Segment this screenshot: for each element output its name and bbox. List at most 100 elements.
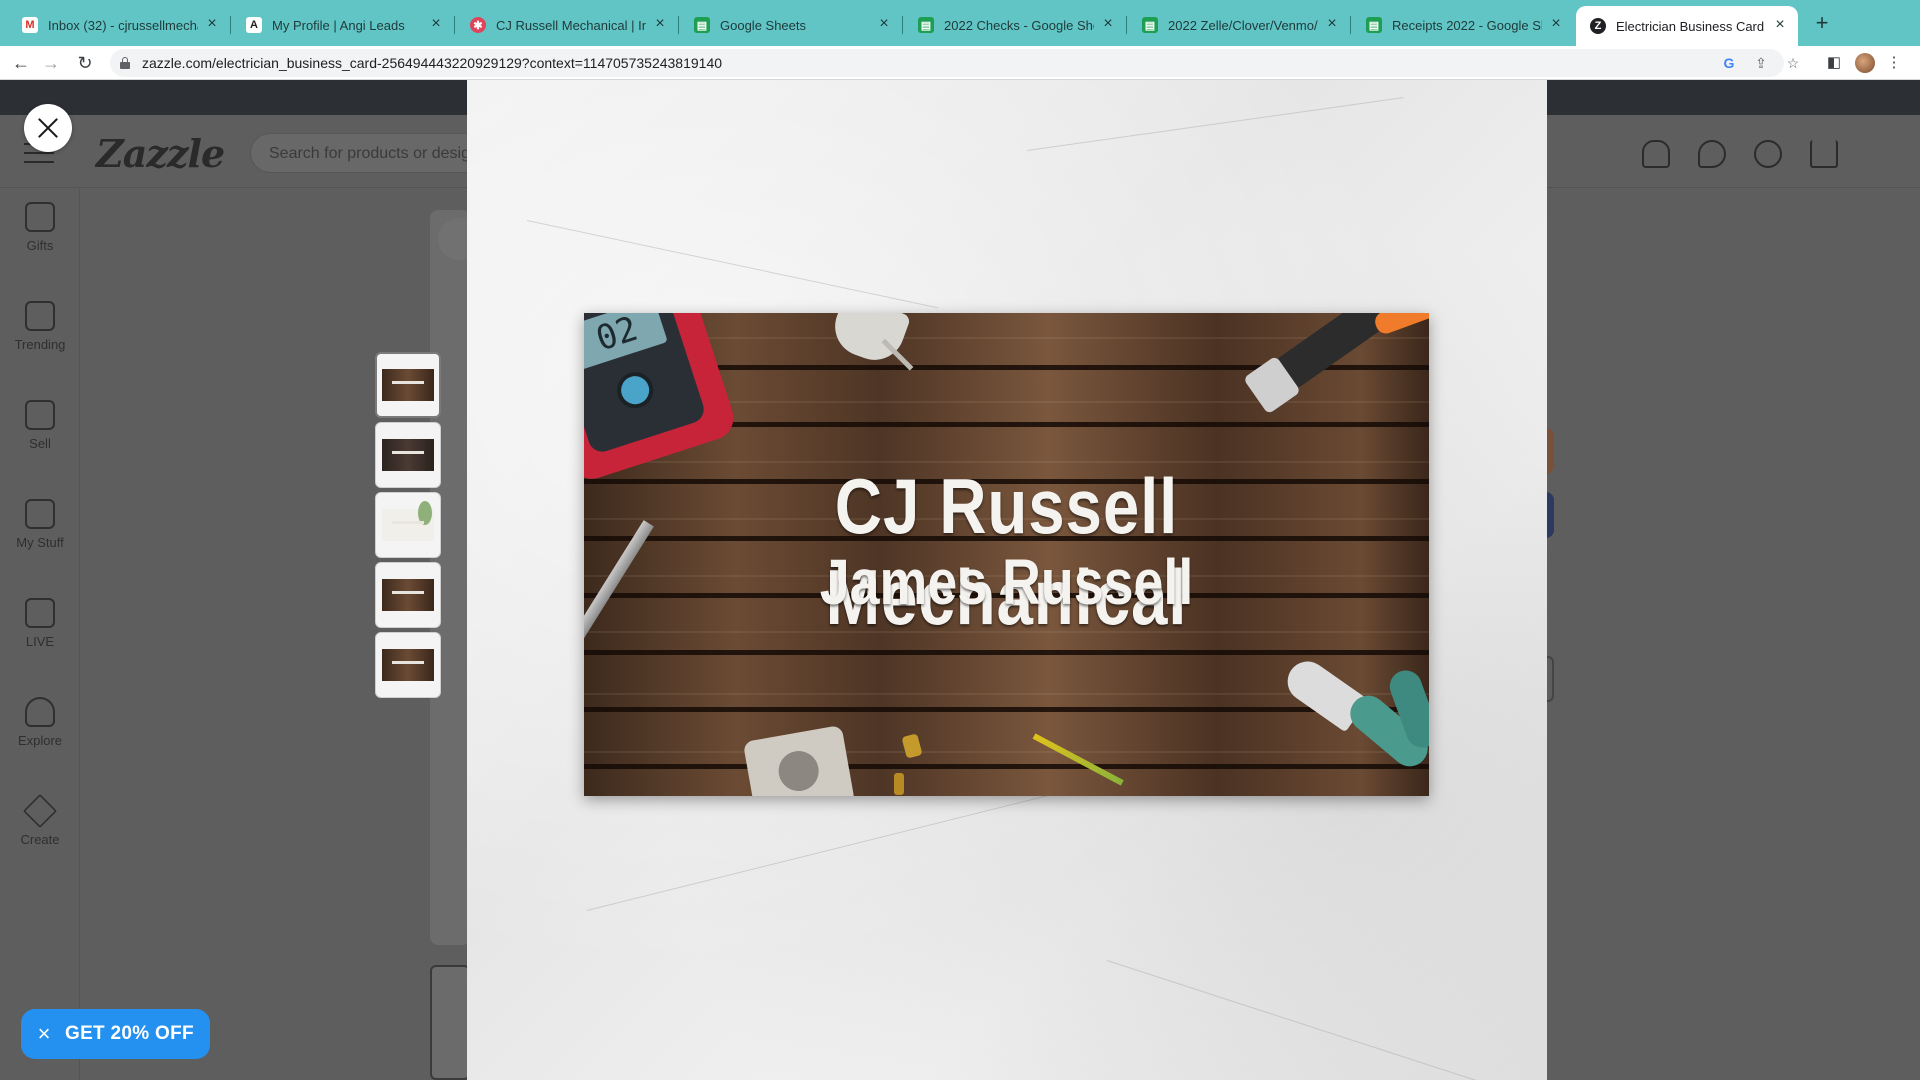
tab-receipts-2022[interactable]: ▤ Receipts 2022 - Google She × xyxy=(1352,8,1574,42)
chat-icon[interactable] xyxy=(1698,140,1726,168)
sidebar-item-my-stuff[interactable]: My Stuff xyxy=(0,499,80,579)
close-tab-icon[interactable]: × xyxy=(1100,16,1116,33)
left-sidebar: Gifts Trending Sell My Stuff LIVE Explor… xyxy=(0,188,80,1080)
business-card-preview: 02 CJ Russell Mechanical James Russell xyxy=(584,313,1429,796)
tab-electrician-business-card[interactable]: Z Electrician Business Card | × xyxy=(1576,6,1798,46)
thumbnail-angle-2[interactable] xyxy=(375,632,441,698)
inbox-icon: ✱ xyxy=(470,17,486,33)
tab-label: CJ Russell Mechanical | Inb xyxy=(496,17,646,33)
thumbnail-image xyxy=(382,439,434,471)
tab-label: Inbox (32) - cjrussellmechan xyxy=(48,17,198,33)
tab-google-sheets[interactable]: ▤ Google Sheets × xyxy=(680,8,903,42)
new-tab-icon[interactable]: + xyxy=(1808,10,1836,38)
cart-icon[interactable] xyxy=(1810,140,1838,168)
close-tab-icon[interactable]: × xyxy=(204,16,220,33)
angi-icon: A xyxy=(246,17,262,33)
folder-icon xyxy=(25,499,55,529)
close-tab-icon[interactable]: × xyxy=(876,16,892,33)
close-tab-icon[interactable]: × xyxy=(1324,16,1340,33)
share-icon[interactable]: ⇪ xyxy=(1752,54,1770,72)
forward-icon[interactable]: → xyxy=(38,50,64,76)
discount-promo-button[interactable]: × GET 20% OFF xyxy=(21,1009,210,1059)
wire-image xyxy=(1032,733,1124,786)
tab-bar: M Inbox (32) - cjrussellmechan × A My Pr… xyxy=(0,0,1920,46)
pencil-icon xyxy=(23,794,57,828)
wire-stripper-image xyxy=(1224,313,1429,415)
promo-label: GET 20% OFF xyxy=(65,1023,194,1044)
reload-icon[interactable]: ↻ xyxy=(72,50,98,76)
close-tab-icon[interactable]: × xyxy=(1772,17,1788,34)
account-icon[interactable] xyxy=(1754,140,1782,168)
plug-image xyxy=(826,313,912,369)
sidebar-item-label: Trending xyxy=(14,337,66,352)
url-text: zazzle.com/electrician_business_card-256… xyxy=(142,55,723,71)
tab-2022-checks[interactable]: ▤ 2022 Checks - Google Shee × xyxy=(904,8,1127,42)
sheets-icon: ▤ xyxy=(694,17,710,33)
search-placeholder: Search for products or designs xyxy=(269,145,487,162)
sheets-icon: ▤ xyxy=(1142,17,1158,33)
close-tab-icon[interactable]: × xyxy=(652,16,668,33)
socket-image xyxy=(742,724,856,796)
sidebar-item-gifts[interactable]: Gifts xyxy=(0,202,80,282)
sidebar-item-label: LIVE xyxy=(25,634,55,649)
sidebar-item-label: Explore xyxy=(17,733,63,748)
tab-label: 2022 Checks - Google Shee xyxy=(944,17,1094,33)
profile-avatar[interactable] xyxy=(1855,53,1875,73)
address-bar[interactable]: zazzle.com/electrician_business_card-256… xyxy=(110,49,1799,77)
tab-gmail[interactable]: M Inbox (32) - cjrussellmechan × xyxy=(8,8,231,42)
trending-icon xyxy=(25,301,55,331)
thumbnail-image xyxy=(382,649,434,681)
live-icon xyxy=(25,598,55,628)
screwdriver-image xyxy=(584,520,654,663)
back-icon[interactable]: ← xyxy=(8,50,34,76)
sheets-icon: ▤ xyxy=(1366,17,1382,33)
gmail-icon: M xyxy=(22,17,38,33)
tab-label: Receipts 2022 - Google She xyxy=(1392,17,1542,33)
close-tab-icon[interactable]: × xyxy=(1548,16,1564,33)
thumbnail-image xyxy=(382,369,434,401)
close-modal-button[interactable] xyxy=(24,104,72,152)
screw-image xyxy=(901,733,923,759)
tab-label: Electrician Business Card | xyxy=(1616,18,1766,34)
sidebar-item-sell[interactable]: Sell xyxy=(0,400,80,480)
close-promo-icon[interactable]: × xyxy=(33,1023,55,1045)
zazzle-logo[interactable]: Zazzle xyxy=(96,131,225,176)
side-panel-icon[interactable]: ◧ xyxy=(1824,53,1844,73)
lock-icon xyxy=(120,57,130,69)
product-preview-modal: 02 CJ Russell Mechanical James Russell xyxy=(467,80,1547,1080)
close-tab-icon[interactable]: × xyxy=(428,16,444,33)
product-thumbnail[interactable] xyxy=(430,965,470,1080)
screw-image xyxy=(894,773,904,795)
thumbnail-lifestyle[interactable] xyxy=(375,492,441,558)
sidebar-item-trending[interactable]: Trending xyxy=(0,301,80,381)
thumbnail-image xyxy=(382,579,434,611)
sidebar-item-live[interactable]: LIVE xyxy=(0,598,80,678)
zazzle-icon: Z xyxy=(1590,18,1606,34)
sidebar-item-create[interactable]: Create xyxy=(0,794,80,876)
pliers-image xyxy=(1279,653,1429,796)
tab-angi[interactable]: A My Profile | Angi Leads × xyxy=(232,8,455,42)
tab-label: My Profile | Angi Leads xyxy=(272,17,405,33)
tab-label: Google Sheets xyxy=(720,17,807,33)
sidebar-item-label: Gifts xyxy=(26,238,54,253)
thumbnail-back[interactable] xyxy=(375,422,441,488)
google-icon[interactable]: G xyxy=(1720,54,1738,72)
store-icon xyxy=(25,400,55,430)
thumbnail-front[interactable] xyxy=(375,352,441,418)
lightbulb-icon xyxy=(25,697,55,727)
thumbnail-image xyxy=(382,501,434,541)
tab-label: 2022 Zelle/Clover/Venmo/P xyxy=(1168,17,1318,33)
sidebar-item-label: Sell xyxy=(29,436,51,451)
bookmark-star-icon[interactable]: ☆ xyxy=(1784,54,1802,72)
sidebar-item-label: Create xyxy=(20,832,60,847)
sidebar-item-label: My Stuff xyxy=(16,535,64,550)
tab-inbox[interactable]: ✱ CJ Russell Mechanical | Inb × xyxy=(456,8,679,42)
browser-toolbar: ← → ↻ zazzle.com/electrician_business_ca… xyxy=(0,46,1920,80)
bell-icon[interactable] xyxy=(1642,140,1670,168)
gift-icon xyxy=(25,202,55,232)
card-person-name: James Russell xyxy=(819,546,1194,618)
menu-kebab-icon[interactable]: ⋮ xyxy=(1884,53,1904,73)
thumbnail-angle-1[interactable] xyxy=(375,562,441,628)
tab-2022-zelle[interactable]: ▤ 2022 Zelle/Clover/Venmo/P × xyxy=(1128,8,1351,42)
sidebar-item-explore[interactable]: Explore xyxy=(0,697,80,777)
